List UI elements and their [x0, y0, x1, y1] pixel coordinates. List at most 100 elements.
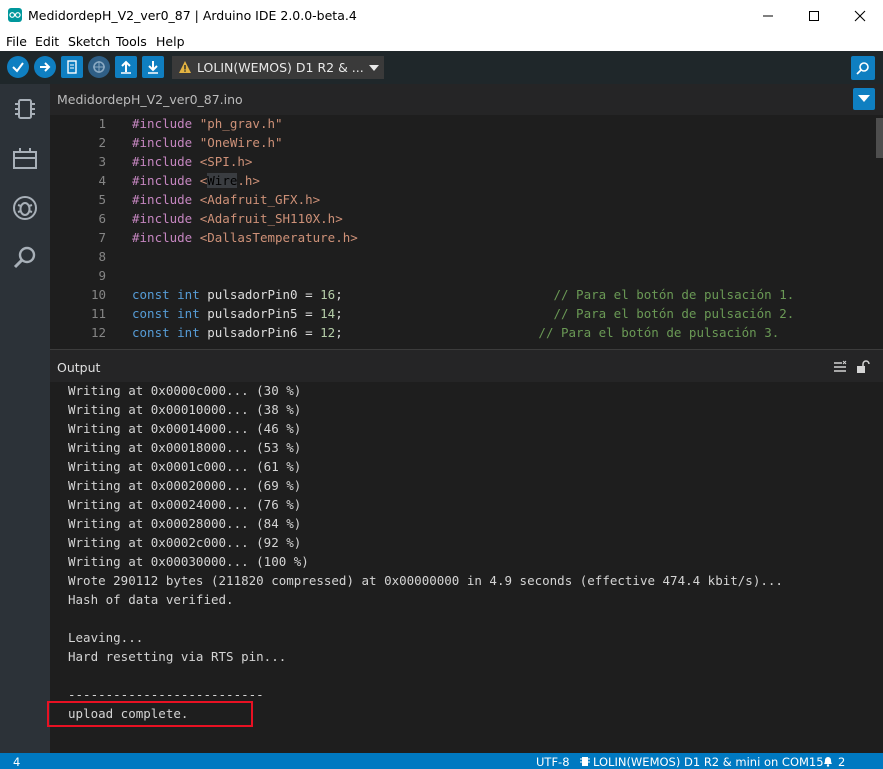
line-number: 12: [90, 325, 106, 340]
menu-sketch[interactable]: Sketch: [68, 34, 110, 49]
menu-edit[interactable]: Edit: [35, 34, 59, 49]
output-line: Writing at 0x0000c000... (30 %): [68, 383, 302, 398]
clear-output-icon[interactable]: [833, 360, 847, 374]
line-number: 7: [98, 230, 106, 245]
status-notification-count[interactable]: 2: [838, 755, 845, 769]
upload-button[interactable]: [34, 56, 56, 78]
code-line: 11 const int pulsadorPin5 = 14; // Para e…: [50, 306, 883, 325]
arrow-up-icon: [121, 60, 131, 74]
code-line: 8: [50, 249, 883, 268]
code-token: 12: [320, 325, 336, 340]
output-line: Hard resetting via RTS pin...: [68, 649, 287, 664]
code-token: pulsadorPin5 =: [207, 306, 321, 321]
code-line: 6 #include <Adafruit_SH110X.h>: [50, 211, 883, 230]
tab-sketch-file[interactable]: MedidordepH_V2_ver0_87.ino: [50, 84, 243, 115]
menu-tools[interactable]: Tools: [116, 34, 147, 49]
code-text: #include "OneWire.h": [132, 135, 283, 150]
board-selector[interactable]: LOLIN(WEMOS) D1 R2 & ...: [172, 56, 384, 79]
debug-bug-icon[interactable]: [11, 194, 39, 222]
line-number: 10: [90, 287, 106, 302]
code-token: "ph_grav.h": [199, 116, 283, 131]
line-number: 6: [98, 211, 106, 226]
status-bar: 4 UTF-8 LOLIN(WEMOS) D1 R2 & mini on COM…: [0, 753, 883, 769]
code-token: const int: [132, 306, 208, 321]
lock-icon[interactable]: [856, 360, 870, 374]
code-line: 12 const int pulsadorPin6 = 12; // Para e…: [50, 325, 883, 344]
code-text: #include <Adafruit_GFX.h>: [132, 192, 320, 207]
tab-dropdown-button[interactable]: [853, 88, 875, 110]
output-line: Writing at 0x00024000... (76 %): [68, 497, 302, 512]
code-token: <SPI.h>: [199, 154, 253, 169]
open-button[interactable]: [115, 56, 137, 78]
code-line: 2 #include "OneWire.h": [50, 135, 883, 154]
caret-down-icon: [369, 65, 379, 71]
board-chip-icon: [580, 757, 590, 766]
status-encoding[interactable]: UTF-8: [536, 755, 570, 769]
window-title: MedidordepH_V2_ver0_87 | Arduino IDE 2.0…: [28, 8, 357, 23]
menu-file[interactable]: File: [6, 34, 27, 49]
output-panel-header: Output: [50, 349, 883, 383]
search-icon[interactable]: [11, 244, 39, 272]
code-line: 4 #include <Wire.h>: [50, 173, 883, 192]
code-editor[interactable]: 1 #include "ph_grav.h" 2 #include "OneWire.…: [50, 115, 883, 349]
output-line: Writing at 0x0001c000... (61 %): [68, 459, 302, 474]
code-line: 7 #include <DallasTemperature.h>: [50, 230, 883, 249]
code-token: #include: [132, 230, 200, 245]
status-board-port[interactable]: LOLIN(WEMOS) D1 R2 & mini on COM15: [593, 755, 824, 769]
editor-tab-bar: MedidordepH_V2_ver0_87.ino: [50, 84, 883, 115]
code-token: // Para el botón de pulsación 2.: [553, 306, 795, 321]
close-button[interactable]: [837, 0, 883, 31]
code-token: #include: [132, 154, 200, 169]
code-token: #include: [132, 211, 200, 226]
code-token: // Para el botón de pulsación 1.: [553, 287, 795, 302]
new-sketch-button[interactable]: [61, 56, 83, 78]
status-line-number: 4: [13, 755, 21, 769]
debug-icon: [93, 61, 105, 73]
output-line: Writing at 0x00020000... (69 %): [68, 478, 302, 493]
arrow-down-icon: [148, 61, 158, 74]
arduino-logo-icon: [8, 8, 22, 22]
code-text: const int pulsadorPin6 = 12; // Para el …: [132, 325, 779, 340]
verify-icon: [12, 62, 24, 73]
code-token: const int: [132, 287, 208, 302]
code-token: #include: [132, 135, 200, 150]
line-number: 3: [98, 154, 106, 169]
save-button[interactable]: [142, 56, 164, 78]
boards-manager-icon[interactable]: [11, 144, 39, 172]
serial-monitor-button[interactable]: [851, 56, 875, 80]
menu-help[interactable]: Help: [156, 34, 185, 49]
file-icon: [67, 60, 77, 74]
output-console: Writing at 0x0000c000... (30 %) Writing a…: [50, 382, 883, 753]
code-line: 5 #include <Adafruit_GFX.h>: [50, 192, 883, 211]
output-line: --------------------------: [68, 687, 264, 702]
code-token: "OneWire.h": [199, 135, 283, 150]
editor-scrollbar[interactable]: [876, 118, 883, 158]
code-token: <Adafruit_GFX.h>: [199, 192, 321, 207]
maximize-button[interactable]: [791, 0, 837, 31]
sketchbook-icon[interactable]: [11, 95, 39, 123]
code-text: #include <Wire.h>: [132, 173, 260, 188]
output-line: Leaving...: [68, 630, 144, 645]
board-label: LOLIN(WEMOS) D1 R2 & ...: [197, 60, 364, 75]
code-token: ;: [335, 306, 554, 321]
verify-button[interactable]: [7, 56, 29, 78]
minimize-button[interactable]: [745, 0, 791, 31]
code-token: pulsadorPin6 =: [207, 325, 321, 340]
code-token: // Para el botón de pulsación 3.: [538, 325, 780, 340]
line-number: 4: [98, 173, 106, 188]
code-token: #include: [132, 173, 200, 188]
debug-button[interactable]: [88, 56, 110, 78]
code-token: .h>: [237, 173, 260, 188]
output-line: Writing at 0x00014000... (46 %): [68, 421, 302, 436]
output-line: Hash of data verified.: [68, 592, 234, 607]
code-token: <DallasTemperature.h>: [199, 230, 358, 245]
code-text: #include <SPI.h>: [132, 154, 252, 169]
line-number: 5: [98, 192, 106, 207]
toolbar: LOLIN(WEMOS) D1 R2 & ...: [0, 51, 883, 84]
output-line: Writing at 0x00018000... (53 %): [68, 440, 302, 455]
warning-icon: [179, 61, 191, 73]
code-token: pulsadorPin0 =: [207, 287, 321, 302]
code-token: ;: [335, 325, 539, 340]
bell-icon[interactable]: [822, 755, 834, 767]
line-number: 1: [98, 116, 106, 131]
